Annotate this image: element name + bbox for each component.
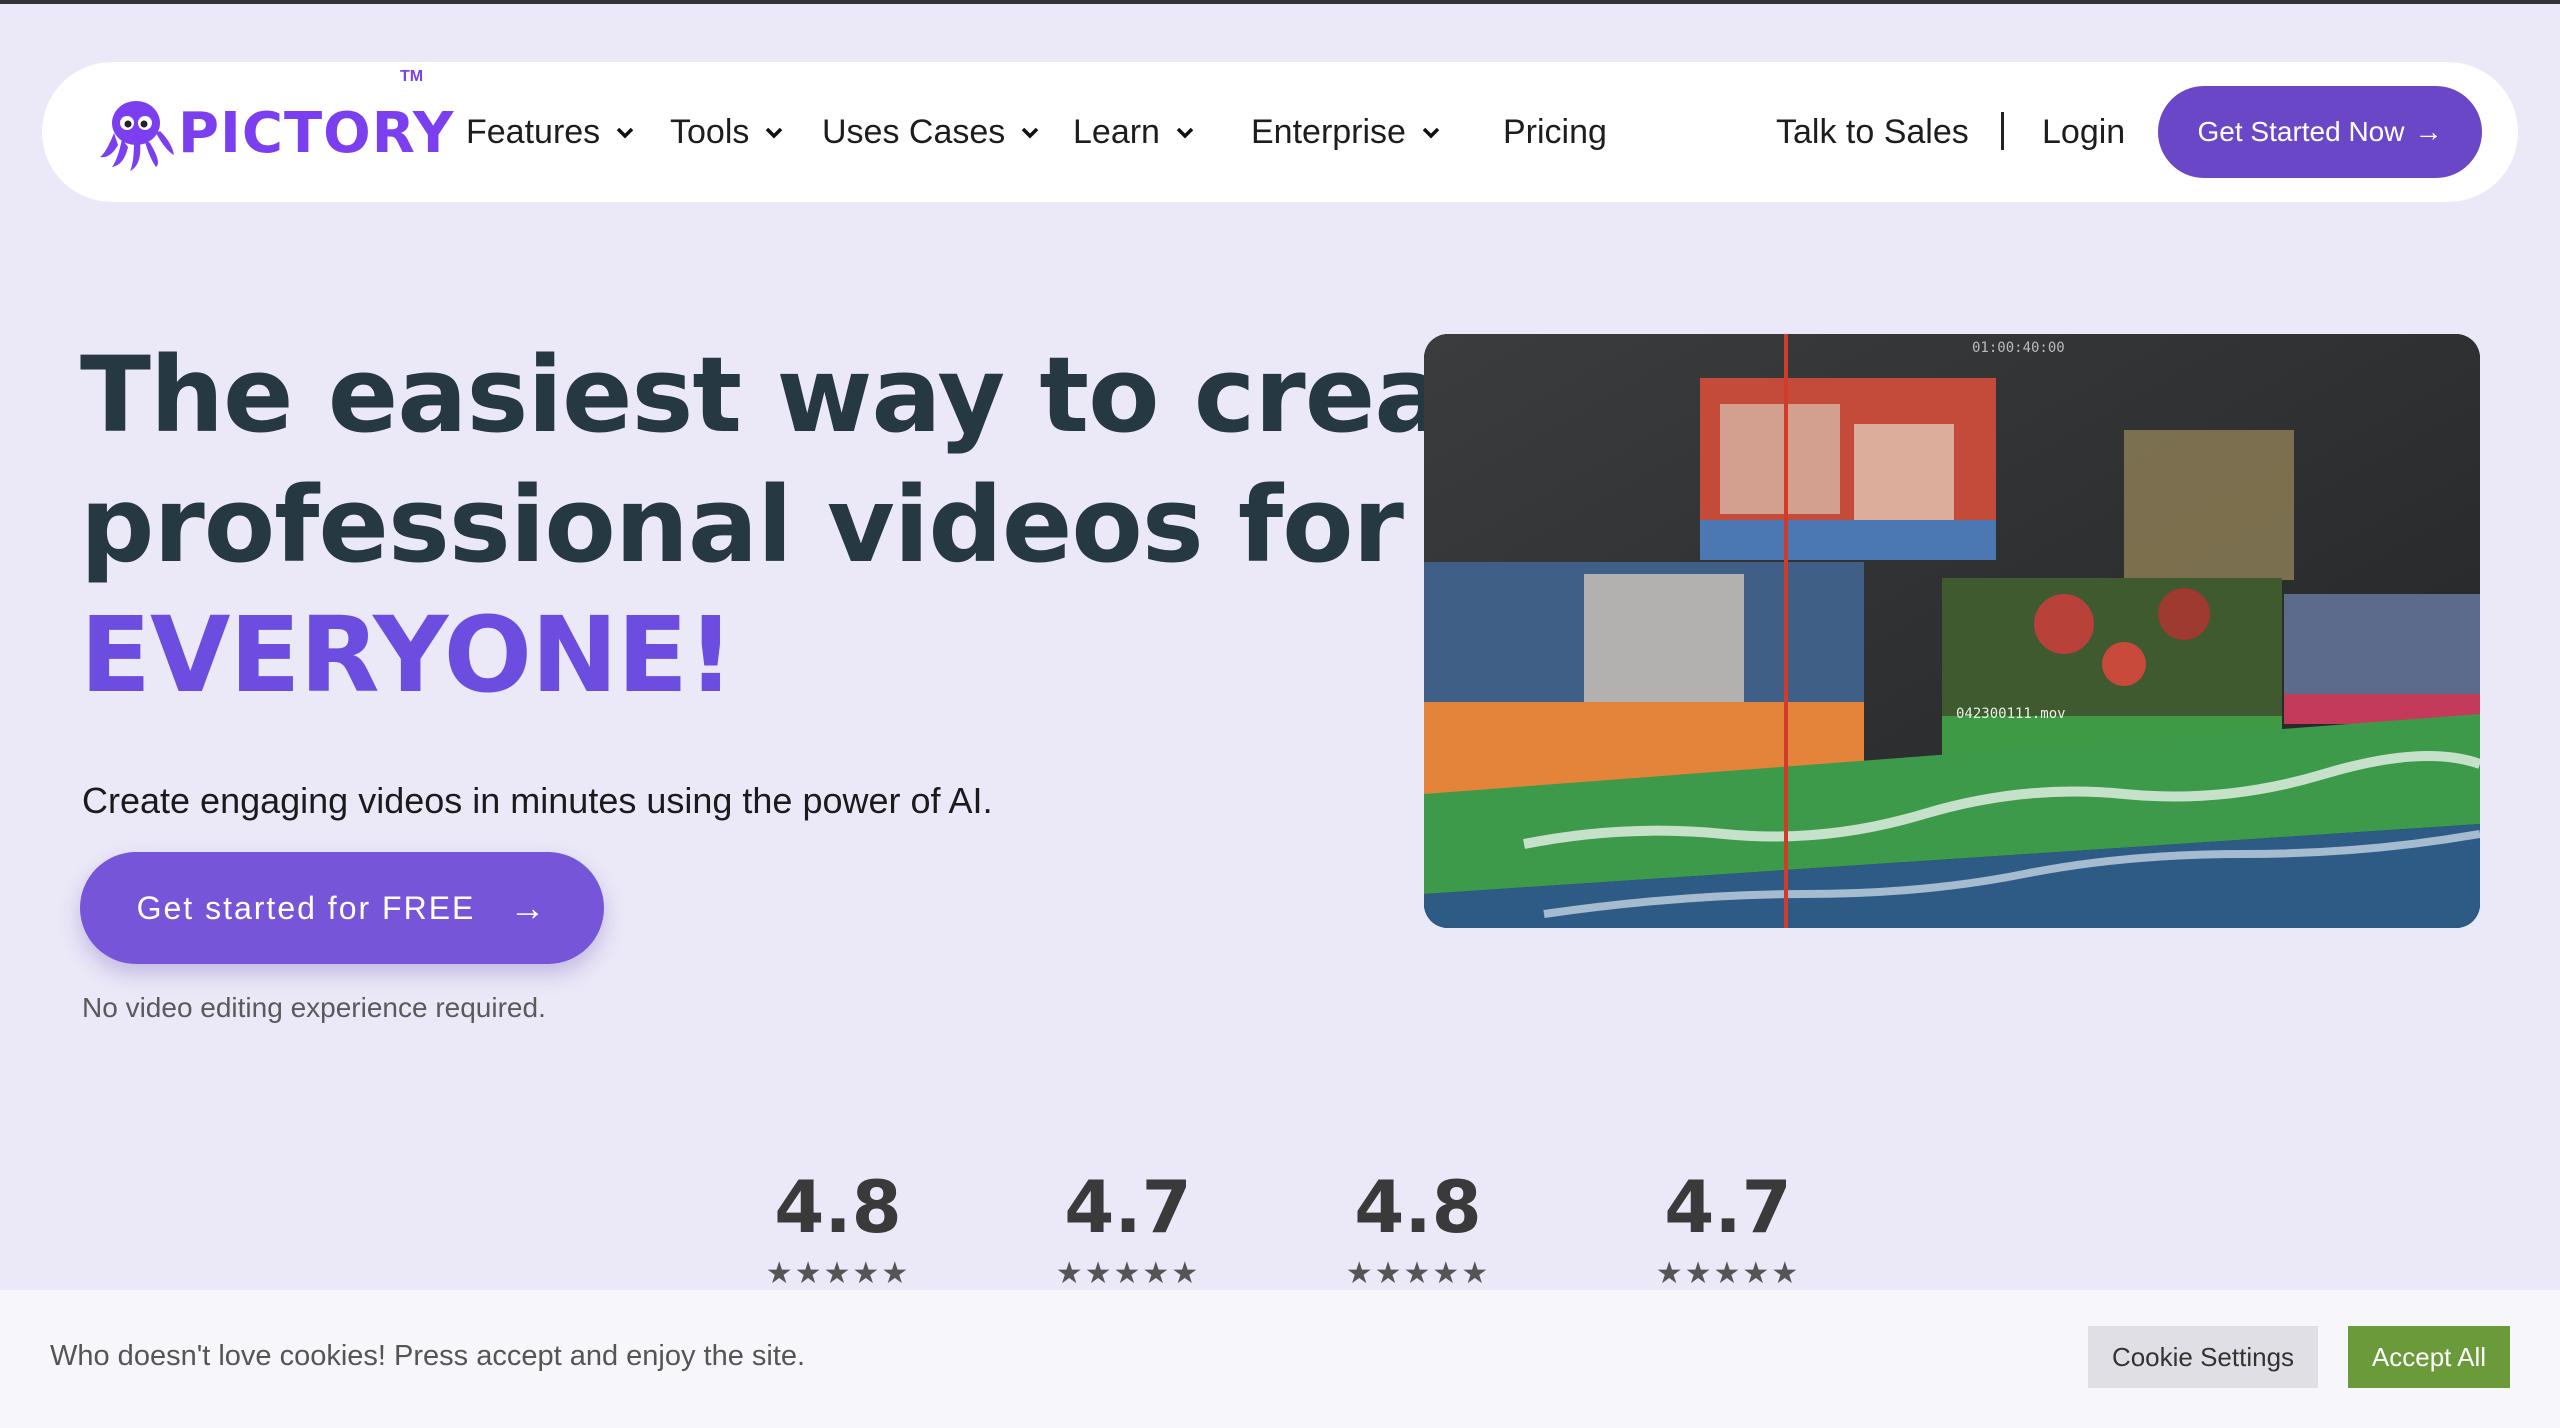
rating-2: 4.7 ★★★★★: [1048, 1166, 1208, 1291]
talk-to-sales-label: Talk to Sales: [1776, 112, 1969, 151]
chevron-down-icon: [1176, 127, 1194, 139]
top-navigation: PICTORY TM Features Tools Uses Cases Lea…: [42, 62, 2518, 202]
nav-divider: [2001, 112, 2004, 150]
hero-subtitle: Create engaging videos in minutes using …: [82, 780, 993, 821]
get-started-now-label: Get Started Now: [2197, 116, 2405, 147]
chevron-down-icon: [1022, 127, 1039, 139]
rating-value: 4.8: [1354, 1165, 1482, 1249]
cookie-banner: Who doesn't love cookies! Press accept a…: [0, 1290, 2560, 1428]
clip-filename: 042300111.mov: [1956, 706, 2066, 722]
rating-3: 4.8 ★★★★★: [1338, 1166, 1498, 1291]
star-rating-icon: ★★★★★: [765, 1257, 911, 1290]
hero-title: The easiest way to create professional v…: [80, 330, 1563, 720]
rating-4: 4.7 ★★★★★: [1648, 1166, 1808, 1291]
hero-title-accent: EVERYONE!: [80, 594, 735, 716]
get-started-free-button[interactable]: Get started for FREE →: [80, 852, 604, 964]
arrow-right-icon: →: [2414, 116, 2443, 147]
nav-pricing[interactable]: Pricing: [1503, 106, 1607, 158]
timeline-illustration: 042300111.mov 01:00:40:00: [1424, 334, 2480, 928]
nav-use-cases[interactable]: Uses Cases: [822, 106, 1041, 158]
star-rating-icon: ★★★★★: [1055, 1257, 1201, 1290]
accept-all-button[interactable]: Accept All: [2348, 1326, 2510, 1388]
brand-name: PICTORY: [178, 100, 455, 166]
login-link[interactable]: Login: [2042, 106, 2125, 158]
hero-note: No video editing experience required.: [82, 992, 546, 1023]
nav-learn[interactable]: Learn: [1073, 106, 1196, 158]
rating-value: 4.7: [1664, 1165, 1792, 1249]
nav-enterprise[interactable]: Enterprise: [1251, 106, 1442, 158]
arrow-right-icon: →: [509, 887, 548, 928]
hero-title-line-2: professional videos for: [80, 464, 1404, 586]
hero-title-line-1: The easiest way to create: [80, 334, 1563, 456]
chevron-down-icon: [766, 127, 783, 139]
octopus-logo-icon: [100, 101, 174, 171]
nav-label: Uses Cases: [822, 112, 1006, 151]
rating-value: 4.8: [774, 1165, 902, 1249]
nav-tools[interactable]: Tools: [670, 106, 785, 158]
star-rating-icon: ★★★★★: [1345, 1257, 1491, 1290]
nav-label: Features: [466, 112, 601, 151]
cookie-message: Who doesn't love cookies! Press accept a…: [50, 1340, 806, 1372]
talk-to-sales-link[interactable]: Talk to Sales: [1776, 106, 1969, 158]
rating-1: 4.8 ★★★★★: [758, 1166, 918, 1291]
timeline-timecode: 01:00:40:00: [1972, 340, 2065, 356]
accept-all-label: Accept All: [2371, 1341, 2487, 1372]
cookie-settings-button[interactable]: Cookie Settings: [2088, 1326, 2318, 1388]
nav-features[interactable]: Features: [466, 106, 636, 158]
nav-label: Pricing: [1503, 112, 1607, 151]
chevron-down-icon: [616, 127, 634, 139]
hero-video-image[interactable]: 042300111.mov 01:00:40:00: [1424, 334, 2480, 928]
cookie-settings-label: Cookie Settings: [2111, 1341, 2295, 1372]
top-border: [0, 0, 2560, 4]
trademark-mark: TM: [400, 68, 424, 85]
nav-label: Tools: [670, 112, 750, 151]
star-rating-icon: ★★★★★: [1655, 1257, 1801, 1290]
get-started-free-label: Get started for FREE: [136, 889, 476, 926]
nav-label: Learn: [1073, 112, 1160, 151]
rating-value: 4.7: [1064, 1165, 1192, 1249]
nav-label: Enterprise: [1251, 112, 1406, 151]
login-label: Login: [2042, 112, 2126, 151]
pictory-logo[interactable]: PICTORY: [96, 88, 454, 178]
get-started-now-button[interactable]: Get Started Now →: [2158, 86, 2482, 178]
chevron-down-icon: [1422, 127, 1440, 139]
